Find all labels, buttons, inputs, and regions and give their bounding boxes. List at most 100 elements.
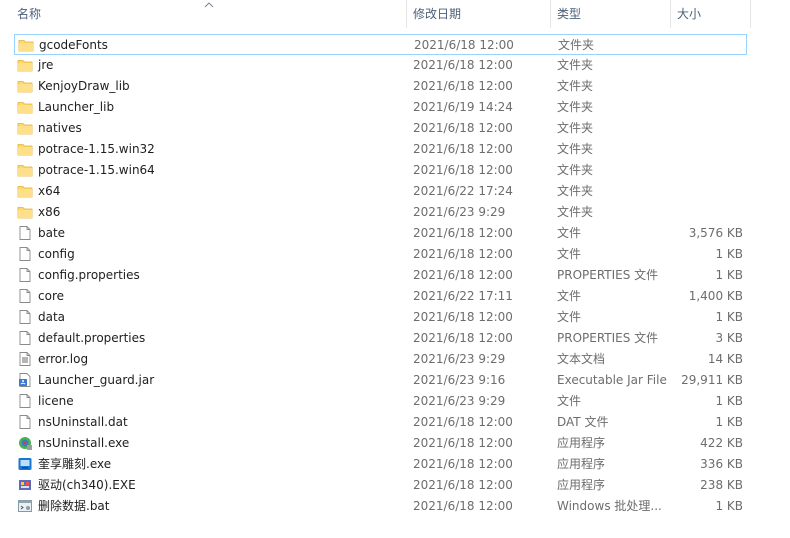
file-name: KenjoyDraw_lib [38,79,130,93]
file-name: core [38,289,64,303]
file-icon [17,246,33,262]
file-modified-date: 2021/6/18 12:00 [413,415,513,429]
file-name: x86 [38,205,61,219]
file-row[interactable]: data 2021/6/18 12:00 文件 1 KB [14,307,747,328]
file-type: 文件夹 [558,38,595,52]
file-size: 29,911 KB [681,373,743,387]
file-row[interactable]: x86 2021/6/23 9:29 文件夹 [14,202,747,223]
file-modified-date: 2021/6/18 12:00 [413,499,513,513]
file-size: 238 KB [700,478,743,492]
file-type: 应用程序 [557,457,606,471]
file-size: 1 KB [715,310,743,324]
file-size: 1 KB [715,394,743,408]
file-name: config [38,247,75,261]
file-name: 删除数据.bat [38,499,110,513]
file-icon [17,225,33,241]
file-row[interactable]: 奎享雕刻.exe 2021/6/18 12:00 应用程序 336 KB [14,454,747,475]
file-row[interactable]: nsUninstall.dat 2021/6/18 12:00 DAT 文件 1 KB [14,412,747,433]
file-size: 422 KB [700,436,743,450]
file-size: 336 KB [700,457,743,471]
file-row[interactable]: Launcher_lib 2021/6/19 14:24 文件夹 [14,97,747,118]
file-name: default.properties [38,331,146,345]
file-icon [17,330,33,346]
column-divider[interactable] [550,0,551,28]
file-row[interactable]: nsUninstall.exe 2021/6/18 12:00 应用程序 422 KB [14,433,747,454]
sort-ascending-icon [204,2,214,8]
file-name: jre [38,58,54,72]
file-icon [17,414,33,430]
file-row[interactable]: core 2021/6/22 17:11 文件 1,400 KB [14,286,747,307]
file-modified-date: 2021/6/18 12:00 [414,38,514,52]
column-header-size[interactable]: 大小 [677,0,701,28]
file-row[interactable]: potrace-1.15.win32 2021/6/18 12:00 文件夹 [14,139,747,160]
folder-icon [17,183,33,199]
jar-file-icon [17,372,33,388]
folder-icon [17,78,33,94]
file-row[interactable]: KenjoyDraw_lib 2021/6/18 12:00 文件夹 [14,76,747,97]
column-divider[interactable] [670,0,671,28]
driver-app-icon [17,477,33,493]
file-type: DAT 文件 [557,415,609,429]
file-name: bate [38,226,66,240]
folder-icon [17,141,33,157]
file-row[interactable]: default.properties 2021/6/18 12:00 PROPERT… [14,328,747,349]
column-header-name[interactable]: 名称 [17,0,41,28]
file-type: Executable Jar File [557,373,667,387]
file-row[interactable]: natives 2021/6/18 12:00 文件夹 [14,118,747,139]
file-type: PROPERTIES 文件 [557,268,659,282]
folder-icon [18,37,34,53]
file-row[interactable]: jre 2021/6/18 12:00 文件夹 [14,55,747,76]
file-row[interactable]: gcodeFonts 2021/6/18 12:00 文件夹 [14,34,747,55]
file-modified-date: 2021/6/22 17:11 [413,289,513,303]
file-type: 文件夹 [557,205,594,219]
file-name: x64 [38,184,61,198]
file-modified-date: 2021/6/18 12:00 [413,478,513,492]
file-modified-date: 2021/6/18 12:00 [413,247,513,261]
file-name: Launcher_guard.jar [38,373,155,387]
file-modified-date: 2021/6/18 12:00 [413,268,513,282]
column-divider[interactable] [750,0,751,28]
file-type: 文件夹 [557,58,594,72]
file-size: 1 KB [715,499,743,513]
batch-file-icon [17,498,33,514]
file-modified-date: 2021/6/23 9:29 [413,394,506,408]
app-icon [17,456,33,472]
file-icon [17,309,33,325]
file-row[interactable]: config.properties 2021/6/18 12:00 PROPERTI… [14,265,747,286]
file-row[interactable]: licene 2021/6/23 9:29 文件 1 KB [14,391,747,412]
file-modified-date: 2021/6/18 12:00 [413,226,513,240]
column-header-type[interactable]: 类型 [557,0,581,28]
file-icon [17,288,33,304]
file-type: 文件夹 [557,184,594,198]
folder-icon [17,120,33,136]
file-name: gcodeFonts [39,38,108,52]
file-row[interactable]: error.log 2021/6/23 9:29 文本文档 14 KB [14,349,747,370]
text-file-icon [17,351,33,367]
file-row[interactable]: 驱动(ch340).EXE 2021/6/18 12:00 应用程序 238 KB [14,475,747,496]
file-size: 3,576 KB [688,226,743,240]
file-type: 应用程序 [557,436,606,450]
file-type: Windows 批处理... [557,499,662,513]
folder-icon [17,162,33,178]
file-row[interactable]: 删除数据.bat 2021/6/18 12:00 Windows 批处理... 1 K… [14,496,747,517]
file-size: 3 KB [715,331,743,345]
file-row[interactable]: config 2021/6/18 12:00 文件 1 KB [14,244,747,265]
column-header-date[interactable]: 修改日期 [413,0,461,28]
file-type: 文件 [557,394,582,408]
column-divider[interactable] [406,0,407,28]
file-modified-date: 2021/6/18 12:00 [413,331,513,345]
file-type: PROPERTIES 文件 [557,331,659,345]
file-row[interactable]: x64 2021/6/22 17:24 文件夹 [14,181,747,202]
file-row[interactable]: Launcher_guard.jar 2021/6/23 9:16 Executab… [14,370,747,391]
file-type: 应用程序 [557,478,606,492]
file-type: 文件夹 [557,142,594,156]
file-type: 文件夹 [557,121,594,135]
column-header-bar: 名称 修改日期 类型 大小 [0,0,790,28]
file-row[interactable]: potrace-1.15.win64 2021/6/18 12:00 文件夹 [14,160,747,181]
file-modified-date: 2021/6/22 17:24 [413,184,513,198]
folder-icon [17,57,33,73]
file-row[interactable]: bate 2021/6/18 12:00 文件 3,576 KB [14,223,747,244]
file-name: licene [38,394,74,408]
file-type: 文件 [557,310,582,324]
file-modified-date: 2021/6/23 9:29 [413,352,506,366]
